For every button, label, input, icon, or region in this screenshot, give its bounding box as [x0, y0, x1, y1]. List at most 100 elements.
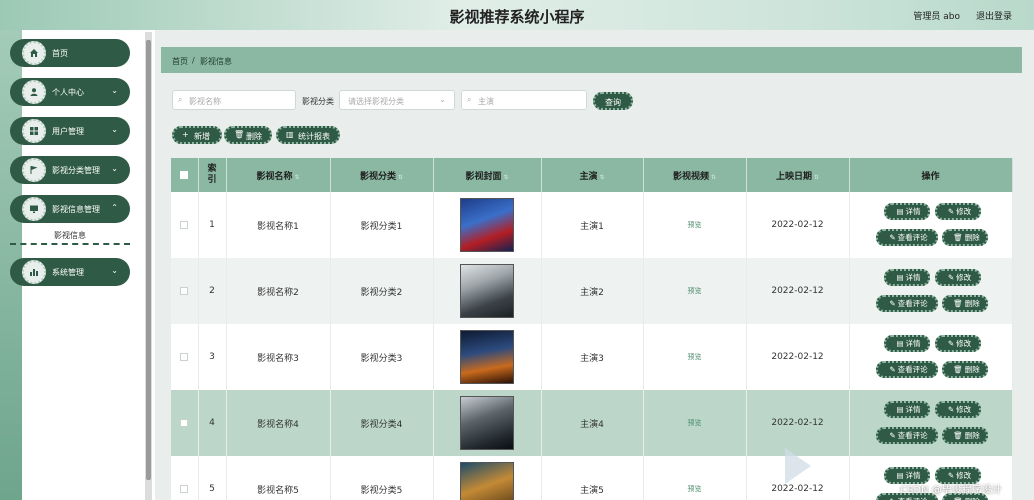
sort-icon[interactable]: ⇅: [711, 174, 716, 181]
video-preview-link[interactable]: 预览: [688, 353, 702, 361]
movie-poster-image[interactable]: [460, 330, 514, 384]
category-cell: 影视分类4: [330, 390, 434, 456]
category-cell: 影视分类5: [330, 456, 434, 500]
video-preview-link[interactable]: 预览: [688, 287, 702, 295]
video-preview-link[interactable]: 预览: [688, 419, 702, 427]
edit-button[interactable]: ✎ 修改: [934, 335, 981, 352]
sidebar-item-label: 用户管理: [52, 127, 84, 136]
sidebar-item-system[interactable]: 系统管理 ⌄: [10, 258, 130, 286]
row-checkbox[interactable]: [180, 286, 189, 295]
edit-button-label: 修改: [956, 339, 972, 348]
sidebar-scrollbar-thumb[interactable]: [146, 40, 151, 480]
view-comments-button[interactable]: ✎查看评论: [875, 427, 938, 444]
column-header-actor[interactable]: 主演 ⇅: [541, 158, 644, 192]
movie-poster-image[interactable]: [460, 198, 514, 252]
logout-link[interactable]: 退出登录: [976, 9, 1012, 22]
table-row[interactable]: 2 影视名称2 影视分类2 主演2 预览 2022-02-12 ▤ 详情 ✎ 修改 …: [171, 258, 1013, 324]
table-row[interactable]: 4 影视名称4 影视分类4 主演4 预览 2022-02-12 ▤ 详情 ✎ 修改 …: [171, 390, 1013, 456]
movie-poster-image[interactable]: [460, 396, 514, 450]
select-all-cell[interactable]: [171, 158, 199, 192]
category-select[interactable]: 请选择影视分类 ⌄: [339, 90, 455, 110]
column-header-cover[interactable]: 影视封面 ⇅: [433, 158, 542, 192]
search-icon: ⌕: [178, 95, 183, 104]
stats-report-button[interactable]: ▥ 统计报表: [276, 126, 340, 144]
movie-name-search-input[interactable]: ⌕ 影视名称: [172, 90, 296, 110]
chevron-down-icon: ⌄: [111, 125, 118, 134]
view-comments-button[interactable]: ✎查看评论: [875, 295, 938, 312]
column-header-video[interactable]: 影视视频 ⇅: [643, 158, 747, 192]
sort-icon[interactable]: ⇅: [398, 174, 403, 181]
row-delete-button[interactable]: 🗑删除: [941, 229, 988, 246]
edit-button[interactable]: ✎ 修改: [934, 203, 981, 220]
row-delete-button[interactable]: 🗑删除: [941, 361, 988, 378]
sidebar-item-category[interactable]: 影视分类管理 ⌄: [10, 156, 130, 184]
view-comments-button[interactable]: ✎查看评论: [875, 229, 938, 246]
edit-icon: ✎: [889, 365, 896, 374]
add-button[interactable]: + 新增: [172, 126, 222, 144]
detail-button-label: 详情: [905, 273, 921, 282]
category-filter-label: 影视分类: [302, 97, 334, 106]
breadcrumb-home[interactable]: 首页: [172, 56, 188, 67]
row-checkbox[interactable]: [180, 418, 189, 427]
actor-cell: 主演1: [541, 192, 644, 258]
select-all-checkbox[interactable]: [180, 170, 189, 179]
actor-search-input[interactable]: ⌕ 主演: [461, 90, 587, 110]
active-indicator: [10, 243, 130, 245]
cover-cell: [433, 192, 542, 258]
view-comments-button[interactable]: ✎查看评论: [875, 361, 938, 378]
sort-icon[interactable]: ⇅: [599, 174, 604, 181]
detail-button[interactable]: ▤ 详情: [883, 269, 930, 286]
edit-button[interactable]: ✎ 修改: [934, 401, 981, 418]
column-label: 索引: [207, 164, 217, 185]
detail-button-label: 详情: [905, 471, 921, 480]
date-cell: 2022-02-12: [746, 390, 850, 456]
date-cell: 2022-02-12: [746, 258, 850, 324]
video-preview-link[interactable]: 预览: [688, 485, 702, 493]
table-row[interactable]: 5 影视名称5 影视分类5 主演5 预览 2022-02-12 ▤ 详情 ✎ 修改 …: [171, 456, 1013, 500]
video-preview-link[interactable]: 预览: [688, 221, 702, 229]
sidebar-item-profile[interactable]: 个人中心 ⌄: [10, 78, 130, 106]
movie-poster-image[interactable]: [460, 462, 514, 500]
detail-button[interactable]: ▤ 详情: [883, 335, 930, 352]
add-button-label: 新增: [194, 132, 210, 141]
row-delete-button[interactable]: 🗑删除: [941, 427, 988, 444]
sort-icon[interactable]: ⇅: [294, 174, 299, 181]
row-delete-button[interactable]: 🗑删除: [941, 295, 988, 312]
row-checkbox[interactable]: [180, 220, 189, 229]
chevron-down-icon: ⌄: [111, 86, 118, 95]
comments-button-label: 查看评论: [897, 299, 928, 308]
sort-icon[interactable]: ⇅: [814, 174, 819, 181]
column-header-name[interactable]: 影视名称 ⇅: [226, 158, 331, 192]
index-cell: 5: [198, 456, 227, 500]
row-checkbox[interactable]: [180, 484, 189, 493]
sidebar-item-movies[interactable]: 影视信息管理 ⌃: [10, 195, 130, 223]
edit-button[interactable]: ✎ 修改: [934, 269, 981, 286]
actor-cell: 主演3: [541, 324, 644, 390]
row-select-cell[interactable]: [171, 192, 199, 258]
watermark-logo-icon: [785, 448, 811, 484]
row-select-cell[interactable]: [171, 258, 199, 324]
sidebar-item-home[interactable]: 首页: [10, 39, 130, 67]
column-header-date[interactable]: 上映日期 ⇅: [746, 158, 850, 192]
detail-button[interactable]: ▤ 详情: [883, 203, 930, 220]
trash-icon: 🗑: [953, 299, 963, 308]
row-select-cell[interactable]: [171, 324, 199, 390]
home-icon: [22, 41, 46, 65]
movie-poster-image[interactable]: [460, 264, 514, 318]
row-checkbox[interactable]: [180, 352, 189, 361]
sidebar-item-users[interactable]: 用户管理 ⌄: [10, 117, 130, 145]
sort-icon[interactable]: ⇅: [503, 174, 508, 181]
edit-button-label: 修改: [956, 471, 972, 480]
search-button[interactable]: 查询: [593, 92, 633, 110]
delete-button[interactable]: 🗑 删除: [224, 126, 272, 144]
column-label: 影视名称: [256, 171, 293, 182]
column-header-category[interactable]: 影视分类 ⇅: [330, 158, 434, 192]
document-icon: ▤: [896, 273, 904, 282]
table-row[interactable]: 1 影视名称1 影视分类1 主演1 预览 2022-02-12 ▤ 详情 ✎ 修改 …: [171, 192, 1013, 258]
detail-button[interactable]: ▤ 详情: [883, 401, 930, 418]
row-select-cell[interactable]: [171, 456, 199, 500]
name-cell: 影视名称5: [226, 456, 331, 500]
row-select-cell[interactable]: [171, 390, 199, 456]
table-row[interactable]: 3 影视名称3 影视分类3 主演3 预览 2022-02-12 ▤ 详情 ✎ 修改 …: [171, 324, 1013, 390]
detail-button-label: 详情: [905, 207, 921, 216]
